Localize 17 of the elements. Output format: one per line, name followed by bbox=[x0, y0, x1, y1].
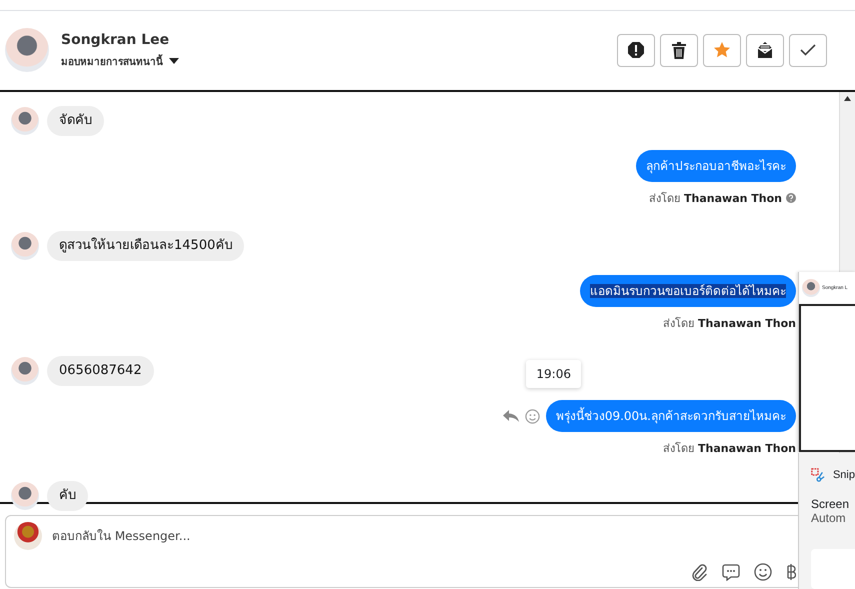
message-bubble: แอดมินรบกวนขอเบอร์ติดต่อได้ไหมคะ bbox=[580, 275, 796, 307]
sent-by-label: ส่งโดย bbox=[663, 316, 694, 332]
sender-name: Thanawan Thon bbox=[684, 192, 782, 204]
message-bubble: พรุ่งนี้ช่วง09.00น.ลุกค้าสะดวกรับสายไหมคะ bbox=[546, 400, 796, 432]
sent-by-label: ส่งโดย bbox=[663, 441, 694, 457]
time-tooltip: 19:06 bbox=[526, 360, 581, 388]
message-bubble: คับ bbox=[47, 481, 88, 511]
message-bubble: 0656087642 bbox=[47, 356, 154, 386]
sent-by-label: ส่งโดย bbox=[649, 191, 680, 207]
app-name: Snip bbox=[832, 469, 855, 481]
contact-name: Songkran Lee bbox=[61, 32, 170, 48]
message-bubble: ลุกค้าประกอบอาชีพอะไรคะ bbox=[636, 150, 796, 182]
sender-name: Thanawan Thon bbox=[698, 316, 796, 330]
message-bubble: จัดคับ bbox=[47, 106, 104, 136]
notification-title: Screen bbox=[811, 497, 850, 511]
sender-name: Thanawan Thon bbox=[698, 442, 796, 454]
message-bubble: ดูสวนให้นายเดือนละ14500คับ bbox=[47, 231, 244, 261]
